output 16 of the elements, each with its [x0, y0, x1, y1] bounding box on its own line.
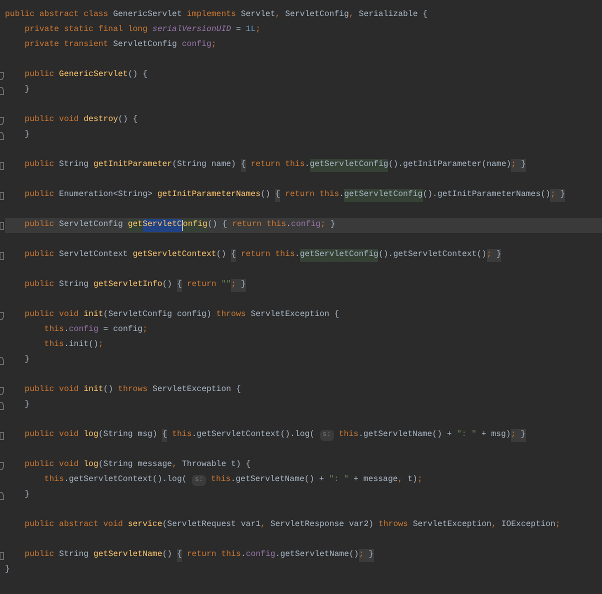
fold-end-icon[interactable] [0, 356, 4, 364]
fold-icon[interactable] [0, 116, 4, 124]
expand-icon[interactable] [0, 552, 4, 560]
expand-icon[interactable] [0, 252, 4, 260]
expand-icon[interactable] [0, 222, 4, 230]
fold-end-icon[interactable] [0, 86, 4, 94]
expand-icon[interactable] [0, 192, 4, 200]
fold-icon[interactable] [0, 386, 4, 394]
fold-end-icon[interactable] [0, 492, 4, 500]
expand-icon[interactable] [0, 432, 4, 440]
fold-end-icon[interactable] [0, 402, 4, 410]
fold-icon[interactable] [0, 72, 4, 80]
expand-icon[interactable] [0, 162, 4, 170]
fold-icon[interactable] [0, 312, 4, 320]
fold-end-icon[interactable] [0, 132, 4, 140]
fold-icon[interactable] [0, 462, 4, 470]
